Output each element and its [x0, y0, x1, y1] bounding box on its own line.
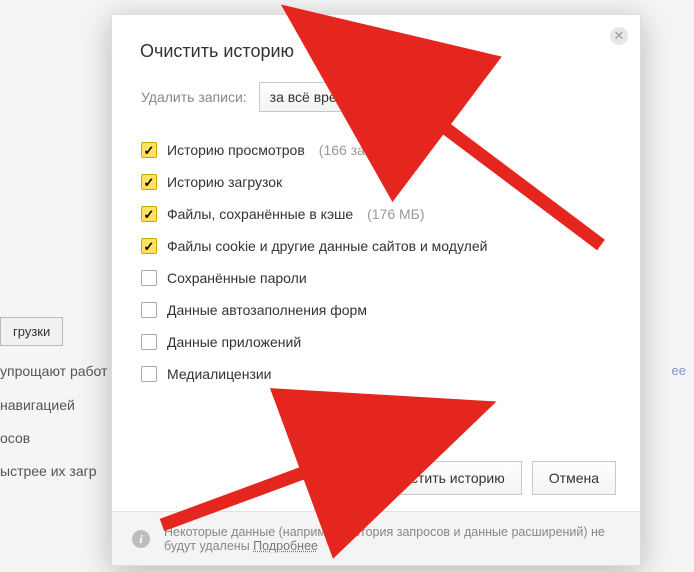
- dialog-footer: i Некоторые данные (например, история за…: [112, 511, 640, 565]
- option-label: Файлы cookie и другие данные сайтов и мо…: [167, 238, 487, 254]
- period-dropdown[interactable]: за всё время ▼: [259, 82, 429, 112]
- period-label: Удалить записи:: [141, 89, 247, 105]
- option-label: Данные приложений: [167, 334, 301, 350]
- option-label: Историю загрузок: [167, 174, 282, 190]
- option-label: Сохранённые пароли: [167, 270, 307, 286]
- clear-option-item: Данные приложений: [140, 326, 612, 358]
- checkbox[interactable]: [141, 270, 157, 286]
- info-icon: i: [132, 530, 150, 548]
- option-label: Данные автозаполнения форм: [167, 302, 367, 318]
- option-suffix: (166 записей): [319, 142, 408, 158]
- chevron-down-icon: ▼: [408, 92, 418, 103]
- clear-history-button[interactable]: Очистить историю: [368, 461, 522, 495]
- clear-option-item: Историю загрузок: [140, 166, 612, 198]
- bg-text-requests: осов: [0, 430, 30, 446]
- clear-option-item: Историю просмотров (166 записей): [140, 134, 612, 166]
- bg-text-navigation: навигацией: [0, 397, 75, 413]
- checkbox[interactable]: [141, 206, 157, 222]
- period-value: за всё время: [270, 89, 354, 105]
- bg-link-more[interactable]: ее: [672, 363, 686, 378]
- clear-option-item: Сохранённые пароли: [140, 262, 612, 294]
- checkbox[interactable]: [141, 366, 157, 382]
- clear-history-dialog: ✕ Очистить историю Удалить записи: за вс…: [111, 14, 641, 566]
- option-suffix: (176 МБ): [367, 206, 424, 222]
- clear-option-item: Файлы cookie и другие данные сайтов и мо…: [140, 230, 612, 262]
- checkbox[interactable]: [141, 334, 157, 350]
- bg-text-faster: ыстрее их загр: [0, 463, 97, 479]
- footer-text-wrap: Некоторые данные (например, история запр…: [164, 525, 620, 553]
- dialog-title: Очистить историю: [112, 15, 640, 76]
- close-icon[interactable]: ✕: [610, 27, 628, 45]
- footer-learn-more-link[interactable]: Подробнее: [253, 539, 318, 553]
- clear-option-item: Медиалицензии: [140, 358, 612, 390]
- clear-option-item: Файлы, сохранённые в кэше (176 МБ): [140, 198, 612, 230]
- checkbox[interactable]: [141, 238, 157, 254]
- bg-text-simplify: упрощают работ: [0, 363, 107, 379]
- checkbox[interactable]: [141, 174, 157, 190]
- option-label: Файлы, сохранённые в кэше: [167, 206, 353, 222]
- option-label: Медиалицензии: [167, 366, 272, 382]
- cancel-button[interactable]: Отмена: [532, 461, 616, 495]
- clear-options-list: Историю просмотров (166 записей) Историю з…: [140, 134, 612, 390]
- clear-option-item: Данные автозаполнения форм: [140, 294, 612, 326]
- downloads-button[interactable]: грузки: [0, 317, 63, 346]
- checkbox[interactable]: [141, 142, 157, 158]
- option-label: Историю просмотров: [167, 142, 305, 158]
- footer-text: Некоторые данные (например, история запр…: [164, 525, 605, 553]
- checkbox[interactable]: [141, 302, 157, 318]
